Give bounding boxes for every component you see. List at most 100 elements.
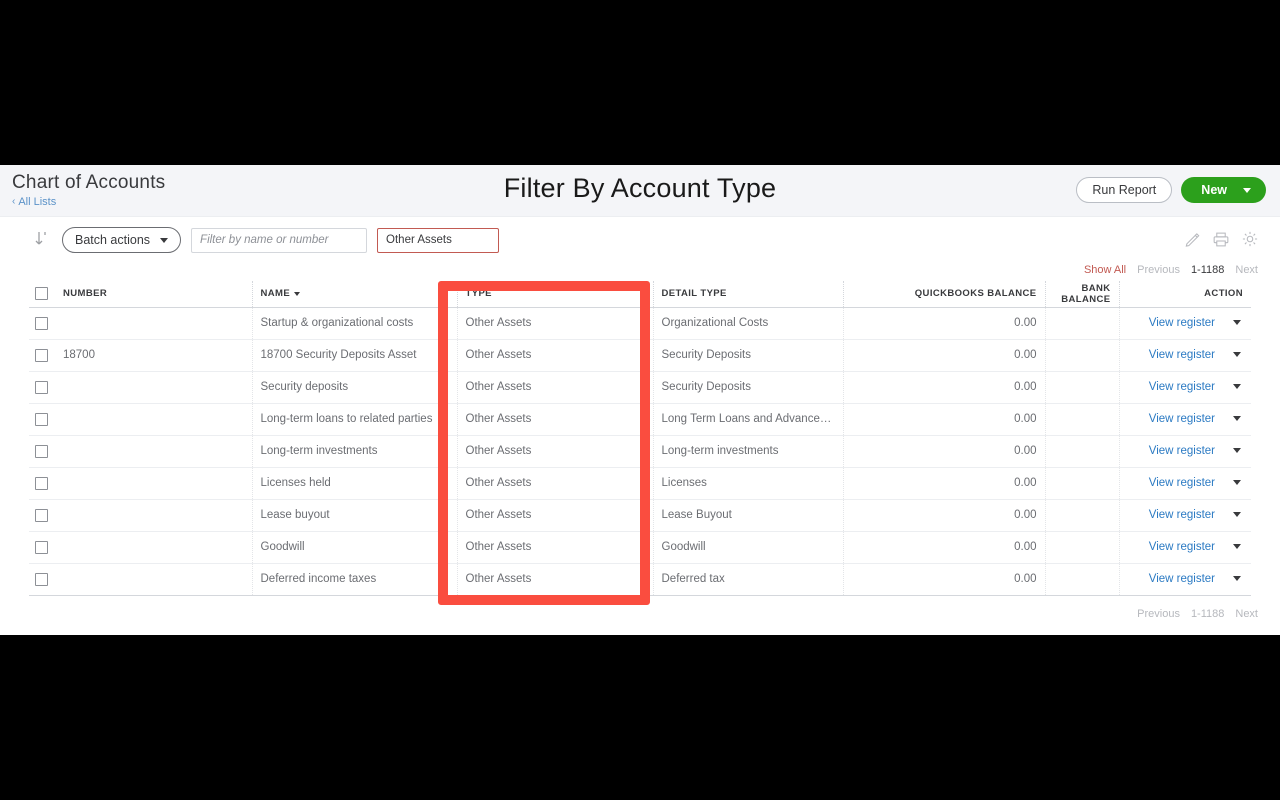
cell-bank-balance <box>1045 307 1119 339</box>
view-register-link[interactable]: View register <box>1149 317 1215 329</box>
cell-type: Other Assets <box>457 531 653 563</box>
cell-type: Other Assets <box>457 467 653 499</box>
filter-by-name-or-number-input[interactable] <box>191 228 367 253</box>
row-checkbox[interactable] <box>35 541 48 554</box>
view-register-link[interactable]: View register <box>1149 381 1215 393</box>
view-register-link[interactable]: View register <box>1149 573 1215 585</box>
view-register-link[interactable]: View register <box>1149 445 1215 457</box>
cell-quickbooks-balance: 0.00 <box>843 467 1045 499</box>
cell-number <box>55 371 252 403</box>
row-select-cell <box>29 563 55 595</box>
column-header-name[interactable]: NAME <box>252 281 457 307</box>
chevron-down-icon[interactable] <box>1233 384 1241 389</box>
account-type-filter-input[interactable] <box>377 228 499 253</box>
show-all-link[interactable]: Show All <box>1084 264 1126 276</box>
column-header-detail-type[interactable]: DETAIL TYPE <box>653 281 843 307</box>
pagination-top: Show All Previous 1-1188 Next <box>1084 264 1258 276</box>
next-page-link-top[interactable]: Next <box>1235 264 1258 276</box>
table-row[interactable]: 18700 18700 Security Deposits Asset Othe… <box>29 339 1251 371</box>
gear-icon[interactable] <box>1242 231 1258 247</box>
cell-name: Startup & organizational costs <box>252 307 457 339</box>
pagination-bottom: Previous 1-1188 Next <box>1137 608 1258 620</box>
header-actions: Run Report New <box>1076 177 1266 203</box>
table-header-row: NUMBER NAME TYPE DETAIL TYPE QUICKBOOKS … <box>29 281 1251 307</box>
cell-number <box>55 467 252 499</box>
batch-actions-button[interactable]: Batch actions <box>62 227 181 253</box>
toolbar-icon-group <box>1185 231 1258 247</box>
cell-type: Other Assets <box>457 371 653 403</box>
chevron-down-icon[interactable] <box>1233 352 1241 357</box>
row-checkbox[interactable] <box>35 573 48 586</box>
chevron-down-icon[interactable] <box>1233 544 1241 549</box>
table-row[interactable]: Security deposits Other Assets Security … <box>29 371 1251 403</box>
chevron-down-icon[interactable] <box>1233 512 1241 517</box>
printer-icon[interactable] <box>1213 232 1229 247</box>
cell-bank-balance <box>1045 403 1119 435</box>
pencil-icon[interactable] <box>1185 232 1200 247</box>
table-row[interactable]: Long-term loans to related parties Other… <box>29 403 1251 435</box>
cell-detail-type: Security Deposits <box>653 339 843 371</box>
cell-action: View register <box>1119 435 1251 467</box>
table-row[interactable]: Goodwill Other Assets Goodwill 0.00 View… <box>29 531 1251 563</box>
cell-detail-type: Long Term Loans and Advances to Relate… <box>653 403 843 435</box>
chevron-down-icon[interactable] <box>1233 448 1241 453</box>
table-row[interactable]: Deferred income taxes Other Assets Defer… <box>29 563 1251 595</box>
cell-number <box>55 531 252 563</box>
view-register-link[interactable]: View register <box>1149 541 1215 553</box>
table-row[interactable]: Startup & organizational costs Other Ass… <box>29 307 1251 339</box>
cell-quickbooks-balance: 0.00 <box>843 307 1045 339</box>
column-header-number[interactable]: NUMBER <box>55 281 252 307</box>
cell-number <box>55 563 252 595</box>
view-register-link[interactable]: View register <box>1149 349 1215 361</box>
row-checkbox[interactable] <box>35 317 48 330</box>
chevron-down-icon[interactable] <box>1233 576 1241 581</box>
list-toolbar: Batch actions <box>0 217 1280 263</box>
row-select-cell <box>29 467 55 499</box>
batch-actions-label: Batch actions <box>75 233 150 247</box>
row-select-cell <box>29 307 55 339</box>
cell-bank-balance <box>1045 435 1119 467</box>
cell-quickbooks-balance: 0.00 <box>843 371 1045 403</box>
table-row[interactable]: Licenses held Other Assets Licenses 0.00… <box>29 467 1251 499</box>
row-select-cell <box>29 339 55 371</box>
table-row[interactable]: Long-term investments Other Assets Long-… <box>29 435 1251 467</box>
row-checkbox[interactable] <box>35 445 48 458</box>
cell-action: View register <box>1119 371 1251 403</box>
row-checkbox[interactable] <box>35 413 48 426</box>
view-register-link[interactable]: View register <box>1149 477 1215 489</box>
row-checkbox[interactable] <box>35 349 48 362</box>
accounts-table: NUMBER NAME TYPE DETAIL TYPE QUICKBOOKS … <box>29 281 1251 596</box>
cell-bank-balance <box>1045 339 1119 371</box>
run-report-button[interactable]: Run Report <box>1076 177 1172 203</box>
sort-arrow-icon[interactable] <box>34 230 50 250</box>
chevron-down-icon[interactable] <box>1233 480 1241 485</box>
row-checkbox[interactable] <box>35 381 48 394</box>
cell-quickbooks-balance: 0.00 <box>843 531 1045 563</box>
view-register-link[interactable]: View register <box>1149 413 1215 425</box>
column-header-type[interactable]: TYPE <box>457 281 653 307</box>
new-button[interactable]: New <box>1181 177 1266 203</box>
cell-type: Other Assets <box>457 307 653 339</box>
cell-action: View register <box>1119 563 1251 595</box>
previous-page-link-bottom[interactable]: Previous <box>1137 608 1180 620</box>
cell-bank-balance <box>1045 467 1119 499</box>
previous-page-link-top[interactable]: Previous <box>1137 264 1180 276</box>
cell-type: Other Assets <box>457 339 653 371</box>
column-header-quickbooks-balance[interactable]: QUICKBOOKS BALANCE <box>843 281 1045 307</box>
chevron-down-icon[interactable] <box>1233 320 1241 325</box>
chevron-down-icon[interactable] <box>1233 416 1241 421</box>
row-select-cell <box>29 371 55 403</box>
table-row[interactable]: Lease buyout Other Assets Lease Buyout 0… <box>29 499 1251 531</box>
row-checkbox[interactable] <box>35 509 48 522</box>
view-register-link[interactable]: View register <box>1149 509 1215 521</box>
cell-name: Deferred income taxes <box>252 563 457 595</box>
cell-quickbooks-balance: 0.00 <box>843 499 1045 531</box>
cell-name: Long-term investments <box>252 435 457 467</box>
cell-name: 18700 Security Deposits Asset <box>252 339 457 371</box>
select-all-checkbox[interactable] <box>35 287 48 300</box>
column-header-bank-balance[interactable]: BANK BALANCE <box>1045 281 1119 307</box>
row-checkbox[interactable] <box>35 477 48 490</box>
next-page-link-bottom[interactable]: Next <box>1235 608 1258 620</box>
row-select-cell <box>29 435 55 467</box>
cell-bank-balance <box>1045 563 1119 595</box>
